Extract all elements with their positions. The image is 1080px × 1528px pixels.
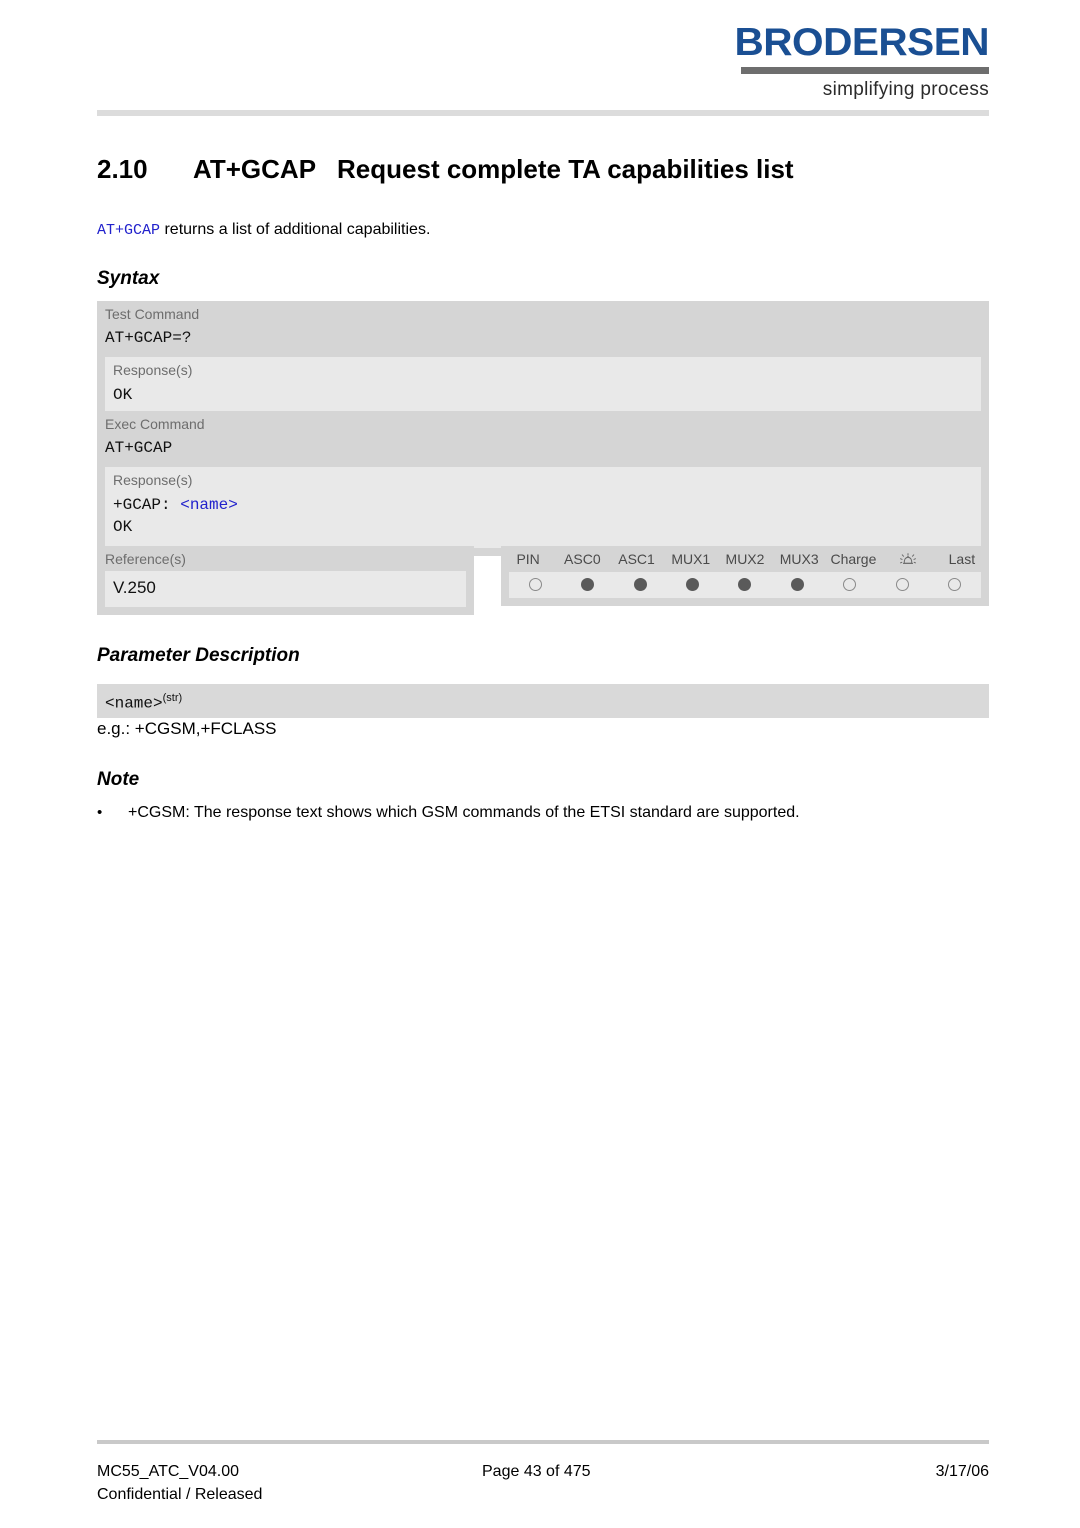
parameter-type-superscript: (str): [162, 692, 183, 704]
filled-dot-icon: [686, 578, 700, 592]
reference-table: Reference(s) V.250: [97, 546, 474, 615]
logo-tagline: simplifying process: [822, 79, 989, 101]
exec-response-ok: OK: [113, 518, 133, 536]
capability-indicator-pin: [509, 578, 561, 592]
capability-indicator-row: [509, 572, 981, 598]
capability-header-row: PIN ASC0 ASC1 MUX1 MUX2 MUX3 Charge Last: [501, 546, 989, 572]
capability-header-mux3: MUX3: [779, 551, 819, 567]
footer-classification: Confidential / Released: [97, 1486, 263, 1503]
exec-command-label: Exec Command: [105, 416, 205, 432]
capability-indicator-mux1: [666, 578, 718, 592]
capability-indicator-mux3: [771, 578, 823, 592]
capability-indicator-last: [929, 578, 981, 592]
exec-response-label: Response(s): [113, 472, 193, 488]
capability-indicator-alarm: [876, 578, 928, 592]
footer-divider: [97, 1440, 989, 1444]
reference-label: Reference(s): [105, 551, 186, 567]
intro-text: returns a list of additional capabilitie…: [160, 221, 431, 238]
note-item: • +CGSM: The response text shows which GS…: [97, 802, 989, 824]
exec-response-value: +GCAP: <name> OK: [105, 492, 981, 548]
capability-header-charge: Charge: [830, 551, 877, 567]
capability-header-mux2: MUX2: [725, 551, 765, 567]
section-title-text: Request complete TA capabilities list: [337, 154, 794, 184]
test-response-label: Response(s): [113, 362, 193, 378]
capability-header-mux1: MUX1: [671, 551, 711, 567]
empty-dot-icon: [528, 578, 542, 592]
capability-header-pin: PIN: [516, 551, 540, 567]
filled-dot-icon: [790, 578, 804, 592]
capability-header-asc0: ASC0: [564, 551, 601, 567]
alarm-bell-icon: [899, 553, 916, 565]
footer-date: 3/17/06: [935, 1463, 989, 1480]
empty-dot-icon: [895, 578, 909, 592]
reference-value: V.250: [113, 578, 156, 597]
exec-response-block: Response(s) +GCAP: <name> OK: [105, 467, 981, 548]
test-command-value: AT+GCAP=?: [105, 329, 192, 347]
heading-parameter-description: Parameter Description: [97, 645, 300, 666]
section-number: 2.10: [97, 154, 148, 184]
brodersen-logo: BRODERSEN simplifying process: [735, 23, 990, 101]
heading-note: Note: [97, 769, 140, 790]
filled-dot-icon: [738, 578, 752, 592]
capability-indicator-asc1: [614, 578, 666, 592]
reference-value-block: V.250: [105, 571, 466, 607]
filled-dot-icon: [633, 578, 647, 592]
capability-indicator-mux2: [719, 578, 771, 592]
capability-indicator-asc0: [561, 578, 613, 592]
page-title: 2.10 AT+GCAP Request complete TA capabilit…: [97, 154, 989, 185]
exec-command-value: AT+GCAP: [105, 439, 173, 457]
alarm-bell-icon: [881, 546, 935, 572]
capability-body-block: [509, 572, 981, 599]
header-divider: [97, 110, 989, 116]
logo-wordmark: BRODERSEN: [734, 21, 990, 64]
note-list: • +CGSM: The response text shows which GS…: [97, 802, 989, 824]
test-command-label: Test Command: [105, 306, 200, 322]
syntax-table-test-command: Test Command AT+GCAP=? Response(s) OK: [97, 301, 989, 424]
empty-dot-icon: [843, 578, 857, 592]
exec-response-prefix: +GCAP:: [113, 496, 181, 514]
capability-header-asc1: ASC1: [618, 551, 655, 567]
page-header: BRODERSEN simplifying process: [97, 23, 990, 104]
footer-top-row: MC55_ATC_V04.00 Page 43 of 475 3/17/06: [97, 1461, 989, 1483]
document-page: BRODERSEN simplifying process 2.10 AT+GCA…: [0, 0, 1080, 1528]
exec-response-param: <name>: [180, 496, 238, 514]
capability-indicator-charge: [824, 578, 876, 592]
syntax-table-exec-command: Exec Command AT+GCAP Response(s) +GCAP: …: [97, 411, 989, 556]
intro-command-token: AT+GCAP: [97, 222, 161, 239]
capability-table: PIN ASC0 ASC1 MUX1 MUX2 MUX3 Charge Last: [501, 546, 989, 607]
footer-document-id: MC55_ATC_V04.00: [97, 1463, 239, 1480]
note-bullet-icon: •: [97, 804, 103, 821]
filled-dot-icon: [581, 578, 595, 592]
parameter-name: <name>: [105, 694, 163, 713]
logo-divider-bar: [741, 67, 989, 75]
test-response-block: Response(s) OK: [105, 357, 981, 416]
section-command: AT+GCAP: [193, 154, 317, 184]
heading-syntax: Syntax: [97, 268, 160, 289]
empty-dot-icon: [948, 578, 962, 592]
page-footer: MC55_ATC_V04.00 Page 43 of 475 3/17/06 C…: [97, 1461, 989, 1506]
footer-page-number: Page 43 of 475: [482, 1463, 591, 1480]
parameter-example: e.g.: +CGSM,+FCLASS: [97, 719, 277, 738]
capability-header-last: Last: [948, 551, 976, 567]
note-text: +CGSM: The response text shows which GSM…: [128, 804, 800, 821]
parameter-name-bar: <name>(str): [97, 684, 989, 719]
intro-paragraph: AT+GCAP returns a list of additional cap…: [97, 220, 989, 241]
